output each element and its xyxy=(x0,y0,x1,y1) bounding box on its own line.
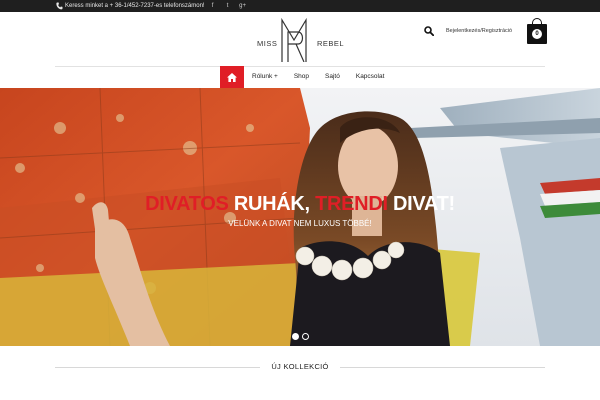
contact-text: Keress minket a + 36-1/452-7237-es telef… xyxy=(65,3,205,9)
logo-monogram xyxy=(281,18,307,62)
slider-pagination xyxy=(292,333,309,340)
login-register-link[interactable]: Bejelentkezés/Regisztráció xyxy=(446,26,512,36)
logo-text-miss: MISS xyxy=(257,39,278,48)
main-nav: Rólunk + Shop Sajtó Kapcsolat xyxy=(220,66,392,88)
top-bar: Keress minket a + 36-1/452-7237-es telef… xyxy=(0,0,600,12)
top-bar-content: Keress minket a + 36-1/452-7237-es telef… xyxy=(55,0,250,12)
hero-slider[interactable]: DIVATOS RUHÁK, TRENDI DIVAT! VELÜNK A DI… xyxy=(0,88,600,346)
hero-title-part-4: DIVAT! xyxy=(392,193,455,215)
cart-count-badge: 0 xyxy=(532,29,542,39)
slider-dot-1[interactable] xyxy=(292,333,299,340)
search-icon[interactable] xyxy=(424,26,434,36)
cart-button[interactable]: 0 xyxy=(527,18,547,44)
home-icon xyxy=(227,72,237,82)
phone-icon xyxy=(55,1,63,11)
hero-title-part-2: RUHÁK, xyxy=(233,193,316,215)
facebook-icon[interactable]: f xyxy=(206,0,220,12)
site-logo[interactable]: MISS REBEL xyxy=(257,18,347,62)
slider-dot-2[interactable] xyxy=(302,333,309,340)
nav-item-shop[interactable]: Shop xyxy=(286,66,317,88)
hero-title-part-3: TRENDI xyxy=(315,193,393,215)
twitter-icon[interactable]: t xyxy=(221,0,235,12)
hero-subtitle: VELÜNK A DIVAT NEM LUXUS TÖBBÉ! xyxy=(228,219,372,228)
nav-item-about[interactable]: Rólunk + xyxy=(244,66,286,88)
section-divider-right xyxy=(340,367,545,368)
hero-title: DIVATOS RUHÁK, TRENDI DIVAT! xyxy=(0,192,600,216)
google-plus-icon[interactable]: g+ xyxy=(236,0,250,12)
hero-title-part-1: DIVATOS xyxy=(145,193,234,215)
nav-item-contact[interactable]: Kapcsolat xyxy=(348,66,393,88)
logo-text-rebel: REBEL xyxy=(317,39,345,48)
nav-home-button[interactable] xyxy=(220,66,244,88)
hero-image xyxy=(0,88,600,346)
nav-item-press[interactable]: Sajtó xyxy=(317,66,348,88)
